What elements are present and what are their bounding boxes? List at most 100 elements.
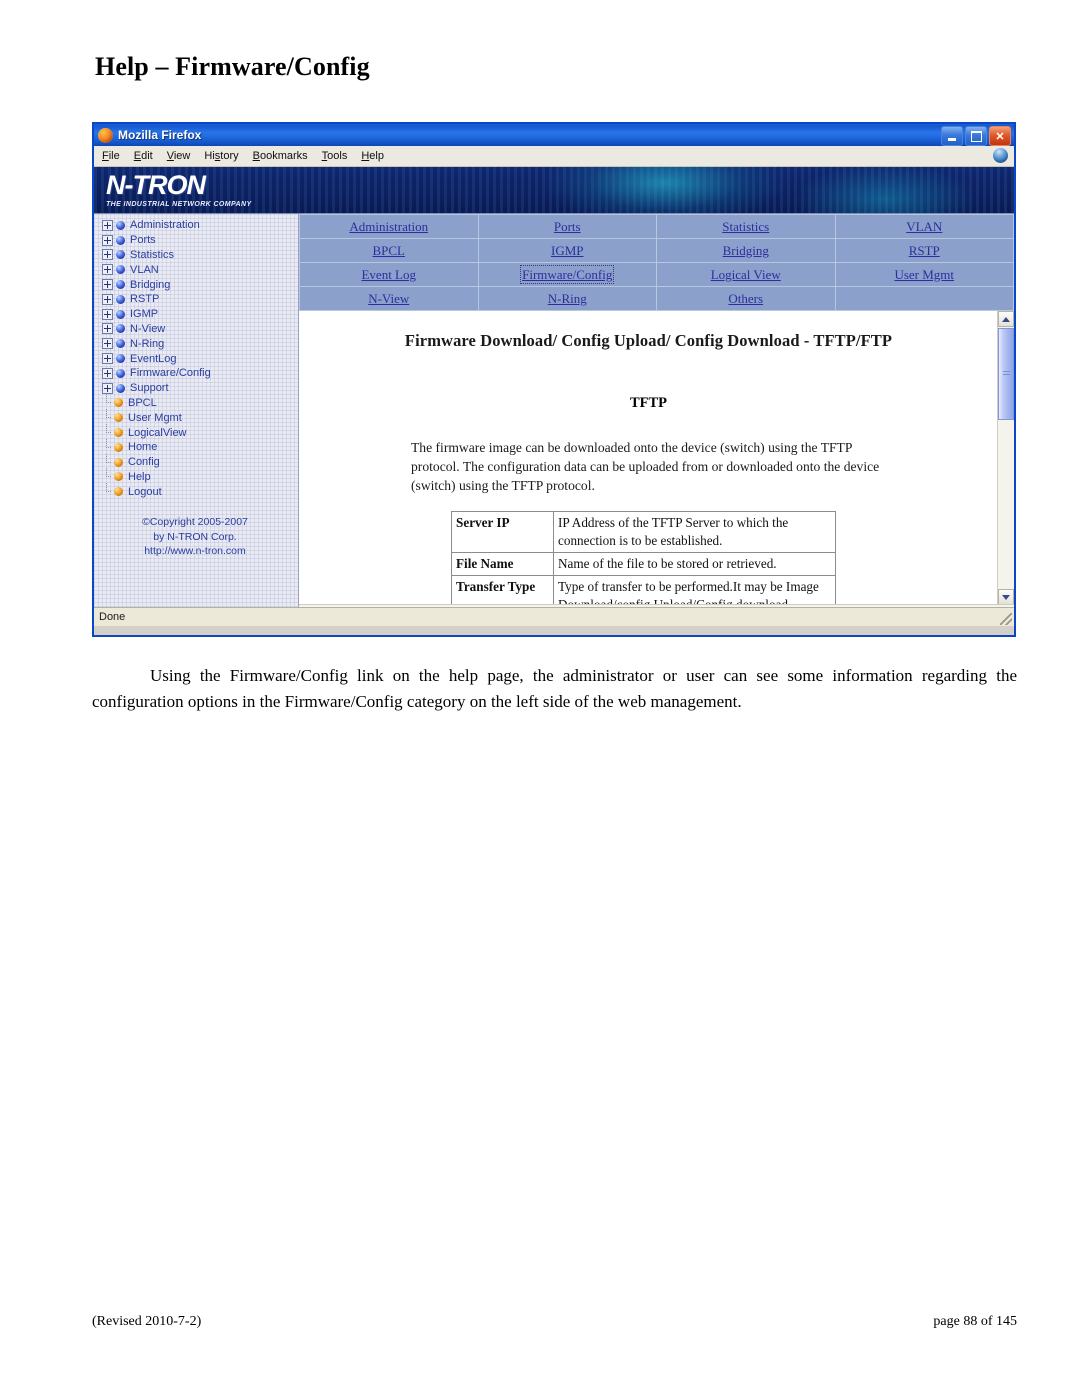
definition-table: Server IP IP Address of the TFTP Server t… — [451, 511, 836, 605]
page-footer: (Revised 2010-7-2) page 88 of 145 — [92, 1314, 1017, 1330]
nav-link-rstp[interactable]: RSTP — [909, 243, 940, 258]
sidebar-item-administration[interactable]: Administration — [98, 218, 298, 233]
sidebar-item-logout[interactable]: Logout — [98, 483, 298, 499]
nav-link-statistics[interactable]: Statistics — [722, 219, 769, 234]
logo-wordmark: N-TRON — [106, 170, 206, 200]
sidebar-item-config[interactable]: Config — [98, 453, 298, 470]
sidebar-item-bridging[interactable]: Bridging — [98, 277, 298, 292]
close-button[interactable]: ✕ — [989, 126, 1011, 146]
definition-row: Server IP IP Address of the TFTP Server t… — [451, 511, 836, 553]
nav-cell: Logical View — [656, 262, 836, 287]
sidebar-item-label: BPCL — [128, 396, 157, 409]
nav-link-logical-view[interactable]: Logical View — [711, 267, 781, 282]
sidebar-item-support[interactable]: Support — [98, 381, 298, 396]
expand-icon[interactable] — [102, 338, 113, 350]
expand-icon[interactable] — [102, 308, 113, 320]
vertical-scrollbar[interactable] — [997, 311, 1014, 605]
nav-table-row: BPCL IGMP Bridging RSTP — [299, 238, 1014, 263]
nav-link-bpcl[interactable]: BPCL — [372, 243, 405, 258]
expand-icon[interactable] — [102, 367, 113, 379]
nav-link-event-log[interactable]: Event Log — [361, 267, 416, 282]
sidebar-item-label: N-Ring — [130, 337, 165, 350]
minimize-icon — [948, 137, 956, 141]
nav-link-bridging[interactable]: Bridging — [723, 243, 769, 258]
sidebar-item-label: Logout — [128, 485, 162, 498]
sidebar-item-n-ring[interactable]: N-Ring — [98, 336, 298, 351]
branch-bullet-icon — [116, 309, 125, 319]
expand-icon[interactable] — [102, 353, 113, 365]
sidebar-item-label: VLAN — [130, 263, 159, 276]
sidebar-item-label: IGMP — [130, 308, 159, 321]
nav-link-administration[interactable]: Administration — [349, 219, 428, 234]
maximize-button[interactable] — [965, 126, 987, 146]
menu-bookmarks[interactable]: Bookmarks — [253, 150, 308, 162]
document-page: Help – Firmware/Config Mozilla Firefox ✕… — [0, 0, 1080, 1397]
sidebar-item-user-mgmt[interactable]: User Mgmt — [98, 409, 298, 425]
scroll-down-button[interactable] — [998, 589, 1014, 605]
help-scroll-region: Firmware Download/ Config Upload/ Config… — [299, 311, 998, 605]
expand-icon[interactable] — [102, 219, 113, 231]
nav-link-table: Administration Ports Statistics VLAN BPCL IGM… — [299, 214, 1014, 311]
nav-cell-empty — [834, 286, 1014, 311]
sidebar-item-logicalview[interactable]: LogicalView — [98, 424, 298, 440]
sidebar-item-label: Firmware/Config — [130, 367, 211, 380]
sidebar-item-eventlog[interactable]: EventLog — [98, 351, 298, 366]
sidebar-item-label: Bridging — [130, 278, 171, 291]
sidebar-item-igmp[interactable]: IGMP — [98, 307, 298, 322]
nav-link-igmp[interactable]: IGMP — [551, 243, 584, 258]
minimize-button[interactable] — [941, 126, 963, 146]
sidebar-item-bpcl[interactable]: BPCL — [98, 394, 298, 411]
sidebar-item-home[interactable]: Home — [98, 438, 298, 455]
menu-help[interactable]: Help — [361, 150, 384, 162]
leaf-bullet-icon — [114, 413, 123, 423]
menu-history[interactable]: History — [204, 150, 238, 162]
menu-file[interactable]: File — [102, 150, 120, 162]
expand-icon[interactable] — [102, 293, 113, 305]
nav-link-others[interactable]: Others — [728, 291, 763, 306]
expand-icon[interactable] — [102, 323, 113, 335]
branch-bullet-icon — [116, 354, 125, 364]
branch-bullet-icon — [116, 368, 125, 378]
copyright-line-1: ©Copyright 2005-2007 — [142, 516, 248, 529]
nav-link-user-mgmt[interactable]: User Mgmt — [894, 267, 954, 282]
expand-icon[interactable] — [102, 249, 113, 261]
nav-link-ports[interactable]: Ports — [554, 219, 581, 234]
expand-icon[interactable] — [102, 382, 113, 394]
ntron-logo: N-TRON THE INDUSTRIAL NETWORK COMPANY — [106, 170, 274, 209]
sidebar-item-statistics[interactable]: Statistics — [98, 248, 298, 263]
branch-bullet-icon — [116, 294, 125, 304]
resize-grip-icon[interactable] — [1000, 613, 1012, 625]
nav-link-n-ring[interactable]: N-Ring — [548, 291, 587, 306]
nav-cell: Event Log — [299, 262, 479, 287]
sidebar-item-ports[interactable]: Ports — [98, 233, 298, 248]
sidebar-item-n-view[interactable]: N-View — [98, 322, 298, 337]
nav-cell: Firmware/Config — [477, 262, 657, 287]
expand-icon[interactable] — [102, 234, 113, 246]
sidebar-item-help[interactable]: Help — [98, 468, 298, 485]
branch-bullet-icon — [116, 250, 125, 260]
browser-statusbar: Done — [94, 607, 1014, 626]
scroll-up-button[interactable] — [998, 311, 1014, 327]
sidebar-item-rstp[interactable]: RSTP — [98, 292, 298, 307]
leaf-bullet-icon — [114, 457, 123, 467]
copyright-url[interactable]: http://www.n-tron.com — [98, 544, 292, 559]
menu-edit[interactable]: Edit — [134, 150, 153, 162]
sidebar-item-firmware-config[interactable]: Firmware/Config — [98, 366, 298, 381]
expand-icon[interactable] — [102, 264, 113, 276]
sidebar-item-label: Statistics — [130, 248, 175, 261]
body-paragraph: Using the Firmware/Config link on the he… — [92, 666, 1017, 711]
nav-link-vlan[interactable]: VLAN — [906, 219, 942, 234]
scrollbar-thumb[interactable] — [998, 328, 1014, 420]
definition-term: Server IP — [451, 511, 554, 553]
browser-viewport: Administration Ports Statistics VLAN Bridgin… — [94, 214, 1014, 607]
menu-tools[interactable]: Tools — [322, 150, 348, 162]
expand-icon[interactable] — [102, 279, 113, 291]
sidebar-item-label: Support — [130, 382, 169, 395]
sidebar-item-vlan[interactable]: VLAN — [98, 262, 298, 277]
content-pane: Administration Ports Statistics VLAN BPCL IGM… — [299, 214, 1014, 607]
branch-bullet-icon — [116, 235, 125, 245]
menu-view[interactable]: View — [167, 150, 191, 162]
tree-connector-icon — [102, 438, 112, 452]
nav-link-firmware-config[interactable]: Firmware/Config — [520, 264, 615, 284]
nav-link-n-view[interactable]: N-View — [368, 291, 409, 306]
